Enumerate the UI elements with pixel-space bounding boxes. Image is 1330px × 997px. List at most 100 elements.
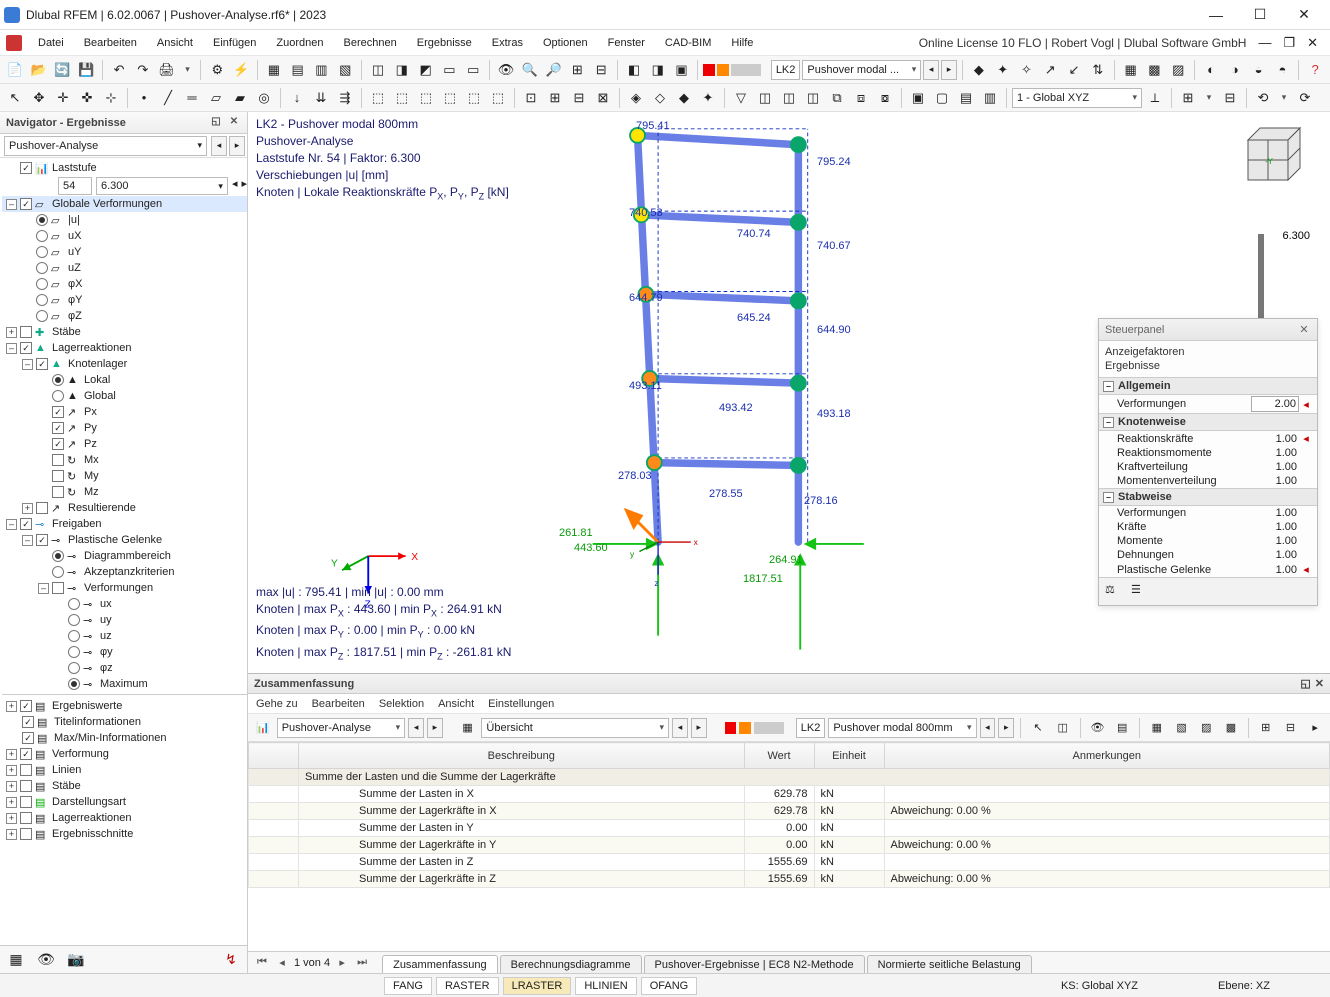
tree-global[interactable]: ▲Global: [2, 388, 247, 404]
v3-icon[interactable]: ▤: [955, 87, 977, 109]
solid-icon[interactable]: ▰: [229, 87, 251, 109]
pg-prev[interactable]: ◂: [274, 956, 290, 969]
tree-verform[interactable]: –⊸Verformungen: [2, 580, 247, 596]
table-row[interactable]: Summe der Lagerkräfte in Z1555.69kNAbwei…: [249, 871, 1330, 888]
calc-all-icon[interactable]: ⚡: [230, 59, 252, 81]
v1-icon[interactable]: ▣: [907, 87, 929, 109]
view-cube[interactable]: -Y: [1230, 116, 1310, 196]
laststufe-num[interactable]: 54: [58, 177, 92, 195]
tab-zusammenfassung[interactable]: Zusammenfassung: [382, 955, 498, 974]
lk-select[interactable]: Pushover modal ...▾: [802, 60, 921, 80]
menu-berechnen[interactable]: Berechnen: [334, 33, 407, 53]
sm-combo1[interactable]: Pushover-Analyse▾: [277, 718, 405, 738]
panel3-icon[interactable]: ◩: [415, 59, 437, 81]
sm-combo2[interactable]: Übersicht▾: [481, 718, 669, 738]
nav-tab-res-icon[interactable]: ↯: [221, 950, 241, 970]
tab-berechnung[interactable]: Berechnungsdiagramme: [500, 955, 642, 974]
nav-display-icon[interactable]: ▤: [287, 59, 309, 81]
v4-icon[interactable]: ▥: [979, 87, 1001, 109]
steuer-row[interactable]: Reaktionsmomente1.00: [1099, 446, 1317, 460]
sm-btn3[interactable]: 👁: [1087, 717, 1109, 739]
steuer-row[interactable]: Momente1.00: [1099, 534, 1317, 548]
menu-hilfe[interactable]: Hilfe: [721, 33, 763, 53]
g2-icon[interactable]: ⊞: [544, 87, 566, 109]
m4-icon[interactable]: ✦: [697, 87, 719, 109]
load2-icon[interactable]: ⇊: [310, 87, 332, 109]
table-row[interactable]: Summe der Lasten in Z1555.69kN: [249, 854, 1330, 871]
panel-icon[interactable]: ◫: [367, 59, 389, 81]
mdi-restore[interactable]: ❐: [1277, 31, 1301, 55]
sm-c1-next[interactable]: ▸: [427, 718, 443, 738]
sm-lksel[interactable]: Pushover modal 800mm▾: [828, 718, 976, 738]
sel2-icon[interactable]: ✥: [28, 87, 50, 109]
sm-c2-next[interactable]: ▸: [691, 718, 707, 738]
tree-staebe[interactable]: +✚Stäbe: [2, 324, 247, 340]
tab-pushover[interactable]: Pushover-Ergebnisse | EC8 N2-Methode: [644, 955, 865, 974]
nav-views-icon[interactable]: ▥: [311, 59, 333, 81]
color-grey-icon[interactable]: [731, 64, 761, 76]
tree-glob-verf[interactable]: –✓▱Globale Verformungen: [2, 196, 247, 212]
f4-icon[interactable]: ◫: [802, 87, 824, 109]
tree-uz[interactable]: ▱uZ: [2, 260, 247, 276]
nav-data-icon[interactable]: ▦: [263, 59, 285, 81]
summary-table[interactable]: Beschreibung Wert Einheit Anmerkungen Su…: [248, 742, 1330, 888]
f5-icon[interactable]: ⧉: [826, 87, 848, 109]
menu-zuordnen[interactable]: Zuordnen: [266, 33, 333, 53]
line-icon[interactable]: ╱: [157, 87, 179, 109]
color-red-icon[interactable]: [703, 64, 715, 76]
nav-tab-eye-icon[interactable]: 👁: [36, 950, 56, 970]
save-icon[interactable]: 💾: [75, 59, 97, 81]
ren2-icon[interactable]: ◑: [1224, 59, 1246, 81]
view4-icon[interactable]: ⊞: [566, 59, 588, 81]
print-icon[interactable]: 🖨: [156, 59, 178, 81]
t1-icon[interactable]: ⬚: [367, 87, 389, 109]
g4-icon[interactable]: ⊠: [592, 87, 614, 109]
table-row[interactable]: Summe der Lagerkräfte in X629.78kNAbweic…: [249, 803, 1330, 820]
menu-cadbim[interactable]: CAD-BIM: [655, 33, 721, 53]
steuer-group[interactable]: –Allgemein: [1099, 377, 1317, 395]
res2-icon[interactable]: ✧: [1016, 59, 1038, 81]
sm-lk-prev[interactable]: ◂: [980, 718, 996, 738]
sm-ico1[interactable]: 📊: [252, 717, 274, 739]
tab-normierte[interactable]: Normierte seitliche Belastung: [867, 955, 1032, 974]
steuer-list-icon[interactable]: ☰: [1131, 583, 1149, 601]
disp2-icon[interactable]: ▩: [1144, 59, 1166, 81]
tree-darst[interactable]: +▤Darstellungsart: [2, 794, 247, 810]
nav-prev[interactable]: ◂: [211, 136, 227, 156]
steuer-group[interactable]: –Stabweise: [1099, 488, 1317, 506]
summary-undock-icon[interactable]: ◱: [1300, 677, 1310, 690]
tree-result[interactable]: +↗Resultierende: [2, 500, 247, 516]
sm-btn8[interactable]: ▩: [1220, 717, 1242, 739]
f2-icon[interactable]: ◫: [754, 87, 776, 109]
sm-more-icon[interactable]: ▸: [1304, 717, 1326, 739]
sel4-icon[interactable]: ✜: [76, 87, 98, 109]
nav-tab-data-icon[interactable]: ▦: [6, 950, 26, 970]
calc-icon[interactable]: ⚙: [206, 59, 228, 81]
res1-icon[interactable]: ✦: [992, 59, 1014, 81]
snap-raster[interactable]: RASTER: [436, 977, 499, 995]
model-view[interactable]: LK2 - Pushover modal 800mm Pushover-Anal…: [248, 112, 1330, 673]
disp1-icon[interactable]: ▦: [1120, 59, 1142, 81]
tree-pz[interactable]: ✓↗Pz: [2, 436, 247, 452]
minimize-button[interactable]: —: [1194, 0, 1238, 30]
reload-icon[interactable]: 🔄: [52, 59, 74, 81]
steuer-row[interactable]: Kräfte1.00: [1099, 520, 1317, 534]
view5-icon[interactable]: ⊟: [590, 59, 612, 81]
sm-grey-icon[interactable]: [754, 722, 784, 734]
snap-ofang[interactable]: OFANG: [641, 977, 698, 995]
res3-icon[interactable]: ↗: [1039, 59, 1061, 81]
tree-diagr[interactable]: ⊸Diagrammbereich: [2, 548, 247, 564]
res5-icon[interactable]: ⇅: [1087, 59, 1109, 81]
nav-combo[interactable]: Pushover-Analyse▾: [4, 136, 207, 156]
tree-freigaben[interactable]: –✓⊸Freigaben: [2, 516, 247, 532]
member-icon[interactable]: ═: [181, 87, 203, 109]
tree-py[interactable]: ✓↗Py: [2, 420, 247, 436]
w4-icon[interactable]: ⟳: [1294, 87, 1316, 109]
ren1-icon[interactable]: ◐: [1200, 59, 1222, 81]
nav-tab-cam-icon[interactable]: 📷: [66, 950, 86, 970]
tree-phiz[interactable]: ▱φZ: [2, 308, 247, 324]
model3-icon[interactable]: ▣: [671, 59, 693, 81]
sm-btn5[interactable]: ▦: [1146, 717, 1168, 739]
tree-plast[interactable]: –✓⊸Plastische Gelenke: [2, 532, 247, 548]
w3-drop[interactable]: ▾: [1276, 92, 1292, 103]
